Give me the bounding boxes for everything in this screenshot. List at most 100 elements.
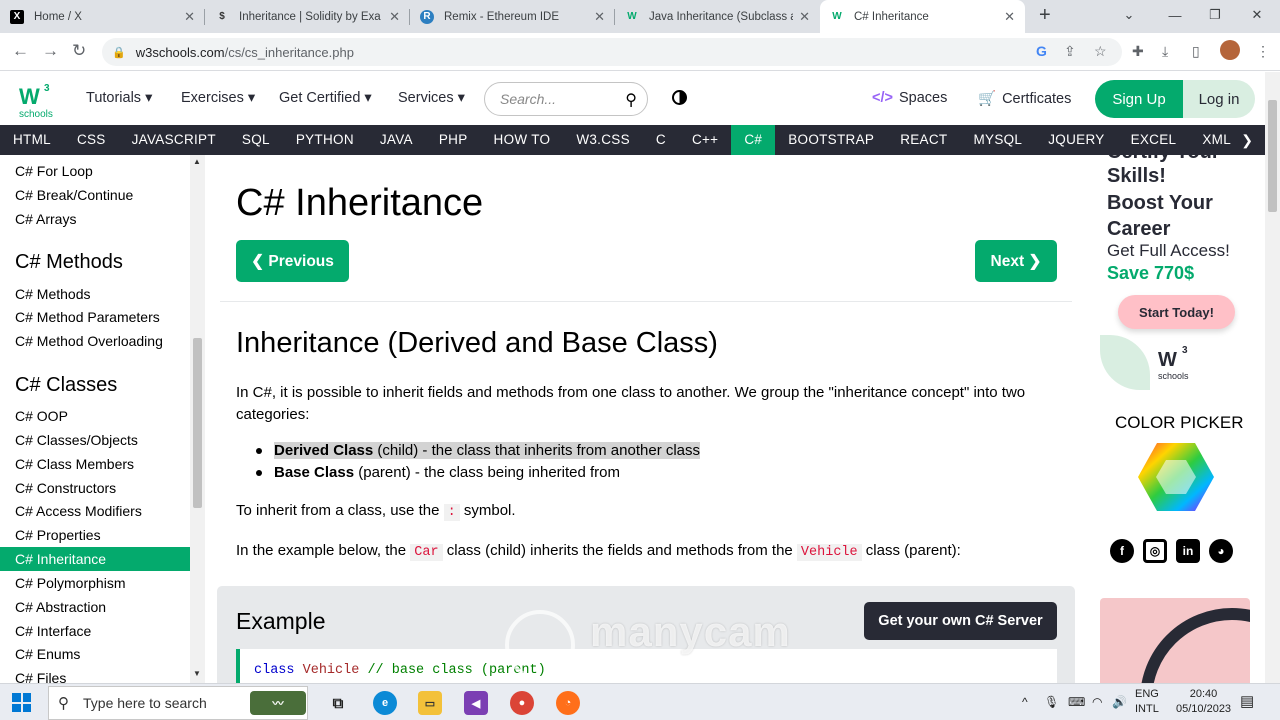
sidebar-item-constructors[interactable]: C# Constructors — [0, 476, 190, 500]
w3schools-logo[interactable]: W 3 schools — [17, 80, 57, 120]
menu-get-certified[interactable]: Get Certified ▾ — [279, 90, 372, 106]
task-view-icon[interactable]: ⧉ — [326, 691, 350, 715]
signup-button[interactable]: Sign Up — [1095, 80, 1183, 118]
nav-cpp[interactable]: C++ — [679, 125, 731, 155]
nav-sql[interactable]: SQL — [229, 125, 283, 155]
previous-button[interactable]: ❮ Previous — [236, 240, 349, 282]
nav-css[interactable]: CSS — [64, 125, 119, 155]
new-tab-button[interactable]: + — [1039, 0, 1051, 33]
menu-services[interactable]: Services ▾ — [398, 90, 465, 106]
linkedin-icon[interactable]: in — [1176, 539, 1200, 563]
facebook-icon[interactable]: f — [1110, 539, 1134, 563]
scroll-up-icon[interactable]: ▲ — [193, 157, 201, 166]
sidebar-item-enums[interactable]: C# Enums — [0, 642, 190, 666]
reload-icon[interactable]: ↻ — [72, 41, 86, 61]
edge-icon[interactable]: e — [373, 691, 397, 715]
firefox-icon[interactable]: ◔ — [556, 691, 580, 715]
nav-excel[interactable]: EXCEL — [1118, 125, 1190, 155]
tab-search-icon[interactable]: ⌄ — [1106, 0, 1152, 30]
sidebar-item-inheritance[interactable]: C# Inheritance — [0, 547, 190, 571]
search-input[interactable]: Search... ⚲ — [484, 82, 648, 116]
close-icon[interactable]: ✕ — [799, 9, 810, 25]
volume-icon[interactable]: 🔊 — [1112, 695, 1127, 709]
sidebar-item-break-continue[interactable]: C# Break/Continue — [0, 183, 190, 207]
tab-csharp-inheritance[interactable]: W C# Inheritance ✕ — [820, 0, 1025, 33]
wifi-icon[interactable]: ◠ — [1092, 695, 1102, 709]
nav-jquery[interactable]: JQUERY — [1035, 125, 1117, 155]
nav-python[interactable]: PYTHON — [283, 125, 367, 155]
url-input[interactable]: 🔒 w3schools.com/cs/cs_inheritance.php — [102, 38, 1122, 66]
tab-solidity[interactable]: $ Inheritance | Solidity by Exa ✕ — [205, 0, 410, 33]
sidebar-item-oop[interactable]: C# OOP — [0, 404, 190, 428]
restore-icon[interactable]: ❐ — [1192, 0, 1238, 30]
nav-w3css[interactable]: W3.CSS — [563, 125, 643, 155]
forward-icon[interactable]: → — [42, 41, 59, 61]
color-picker-icon[interactable] — [1138, 443, 1214, 511]
sidebar-scrollbar-thumb[interactable] — [193, 338, 202, 508]
nav-csharp[interactable]: C# — [731, 125, 776, 155]
nav-javascript[interactable]: JAVASCRIPT — [119, 125, 229, 155]
sidebar-item-classes-objects[interactable]: C# Classes/Objects — [0, 428, 190, 452]
sidebar-item-properties[interactable]: C# Properties — [0, 523, 190, 547]
tab-home-x[interactable]: X Home / X ✕ — [0, 0, 205, 33]
back-icon[interactable]: ← — [12, 41, 29, 61]
clock[interactable]: 20:40 05/10/2023 — [1176, 687, 1231, 717]
windows-start-icon[interactable] — [12, 693, 31, 712]
sidebar-item-interface[interactable]: C# Interface — [0, 619, 190, 643]
sidebar-item-class-members[interactable]: C# Class Members — [0, 452, 190, 476]
notifications-icon[interactable]: ▤ — [1240, 692, 1254, 710]
login-button[interactable]: Log in — [1175, 80, 1255, 118]
nav-xml[interactable]: XML — [1189, 125, 1244, 155]
instagram-icon[interactable]: ◎ — [1143, 539, 1167, 563]
bookmark-star-icon[interactable]: ☆ — [1094, 43, 1107, 60]
close-icon[interactable]: ✕ — [184, 9, 195, 25]
nav-java[interactable]: JAVA — [367, 125, 426, 155]
close-icon[interactable]: ✕ — [389, 9, 400, 25]
sidebar-item-access-modifiers[interactable]: C# Access Modifiers — [0, 499, 190, 523]
search-icon[interactable]: ⚲ — [625, 90, 637, 110]
start-today-button[interactable]: Start Today! — [1118, 295, 1235, 329]
tab-java-inheritance[interactable]: W Java Inheritance (Subclass a ✕ — [615, 0, 820, 33]
sidebar-item-methods[interactable]: C# Methods — [0, 282, 190, 306]
chrome-icon[interactable]: ● — [510, 691, 534, 715]
task-monitor-icon[interactable]: 〰 — [250, 691, 306, 715]
nav-php[interactable]: PHP — [426, 125, 481, 155]
nav-howto[interactable]: HOW TO — [481, 125, 564, 155]
nav-scroll-right-icon[interactable]: ❯ — [1241, 125, 1253, 155]
get-server-button[interactable]: Get your own C# Server — [864, 602, 1057, 640]
extensions-icon[interactable]: ✚ — [1132, 43, 1144, 60]
nav-bootstrap[interactable]: BOOTSTRAP — [775, 125, 887, 155]
window-close-icon[interactable]: ✕ — [1234, 0, 1280, 30]
download-icon[interactable]: ⤓ — [1162, 43, 1168, 60]
discord-icon[interactable]: ◕ — [1209, 539, 1233, 563]
spaces-link[interactable]: </> Spaces — [872, 90, 947, 106]
sidebar-item-polymorphism[interactable]: C# Polymorphism — [0, 571, 190, 595]
tab-remix[interactable]: R Remix - Ethereum IDE ✕ — [410, 0, 615, 33]
sidebar-item-method-parameters[interactable]: C# Method Parameters — [0, 305, 190, 329]
share-icon[interactable]: ⇪ — [1064, 43, 1076, 60]
language-indicator[interactable]: ENG INTL — [1135, 687, 1159, 717]
close-icon[interactable]: ✕ — [1004, 9, 1015, 25]
dark-mode-toggle-icon[interactable] — [672, 90, 687, 105]
certificates-link[interactable]: 🛒 Certficates — [978, 90, 1071, 107]
nav-mysql[interactable]: MYSQL — [960, 125, 1035, 155]
sidebar-item-files[interactable]: C# Files — [0, 666, 190, 683]
page-scrollbar-thumb[interactable] — [1268, 100, 1277, 212]
next-button[interactable]: Next ❯ — [975, 240, 1057, 282]
visual-studio-icon[interactable]: ◀ — [464, 691, 488, 715]
sidebar-item-method-overloading[interactable]: C# Method Overloading — [0, 329, 190, 353]
menu-exercises[interactable]: Exercises ▾ — [181, 90, 255, 106]
nav-c[interactable]: C — [643, 125, 679, 155]
nav-react[interactable]: REACT — [887, 125, 960, 155]
close-icon[interactable]: ✕ — [594, 9, 605, 25]
scroll-down-icon[interactable]: ▼ — [193, 669, 201, 678]
file-explorer-icon[interactable]: ▭ — [418, 691, 442, 715]
google-icon[interactable]: G — [1036, 43, 1047, 59]
menu-dots-icon[interactable]: ⋮ — [1256, 43, 1270, 60]
input-method-icon[interactable]: ⌨ — [1068, 695, 1085, 709]
sidebar-item-arrays[interactable]: C# Arrays — [0, 207, 190, 231]
menu-tutorials[interactable]: Tutorials ▾ — [86, 90, 152, 106]
sidebar-item-abstraction[interactable]: C# Abstraction — [0, 595, 190, 619]
sidepanel-icon[interactable]: ▯ — [1192, 43, 1200, 60]
tray-chevron-icon[interactable]: ^ — [1022, 695, 1028, 709]
